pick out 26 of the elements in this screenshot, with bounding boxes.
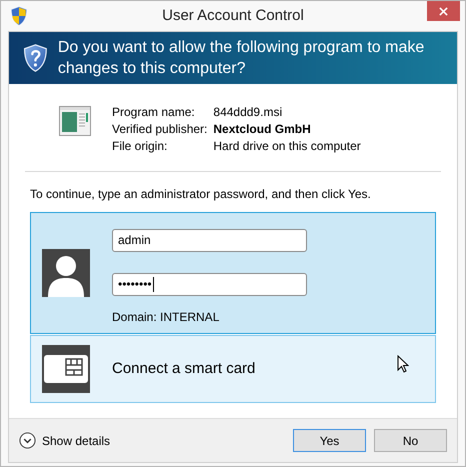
field-label: File origin: — [112, 138, 168, 155]
close-button[interactable] — [427, 1, 460, 21]
field-value: Hard drive on this computer — [213, 138, 361, 155]
smart-card-icon — [42, 345, 90, 393]
domain-label: Domain: INTERNAL — [112, 308, 220, 326]
header-question: Do you want to allow the following program to make changes to this computer? — [58, 38, 426, 79]
password-field[interactable]: •••••••• — [112, 272, 307, 296]
smart-card-label: Connect a smart card — [112, 358, 256, 379]
smart-card-tile[interactable]: Connect a smart card — [30, 335, 436, 403]
user-avatar-icon — [42, 249, 90, 297]
username-field[interactable]: admin — [112, 228, 307, 252]
uac-shield-icon — [10, 6, 28, 26]
dialog-button[interactable]: No — [374, 429, 447, 452]
close-icon — [439, 6, 448, 16]
field-value: Nextcloud GmbH — [213, 121, 312, 138]
window-title: User Account Control — [162, 6, 304, 26]
instruction-text: To continue, type an administrator password, and then click Yes. — [30, 186, 372, 203]
chevron-circle-icon — [19, 432, 36, 449]
dialog-button[interactable]: Yes — [293, 429, 366, 452]
field-label: Verified publisher: — [112, 121, 208, 138]
show-details-button[interactable]: Show details — [19, 432, 110, 450]
credential-tile[interactable]: admin •••••••• Domain: INTERNAL — [30, 212, 436, 334]
field-label: Program name: — [112, 104, 196, 121]
program-icon — [59, 106, 91, 136]
field-value: 844ddd9.msi — [213, 104, 284, 121]
mouse-pointer-icon — [397, 355, 409, 373]
